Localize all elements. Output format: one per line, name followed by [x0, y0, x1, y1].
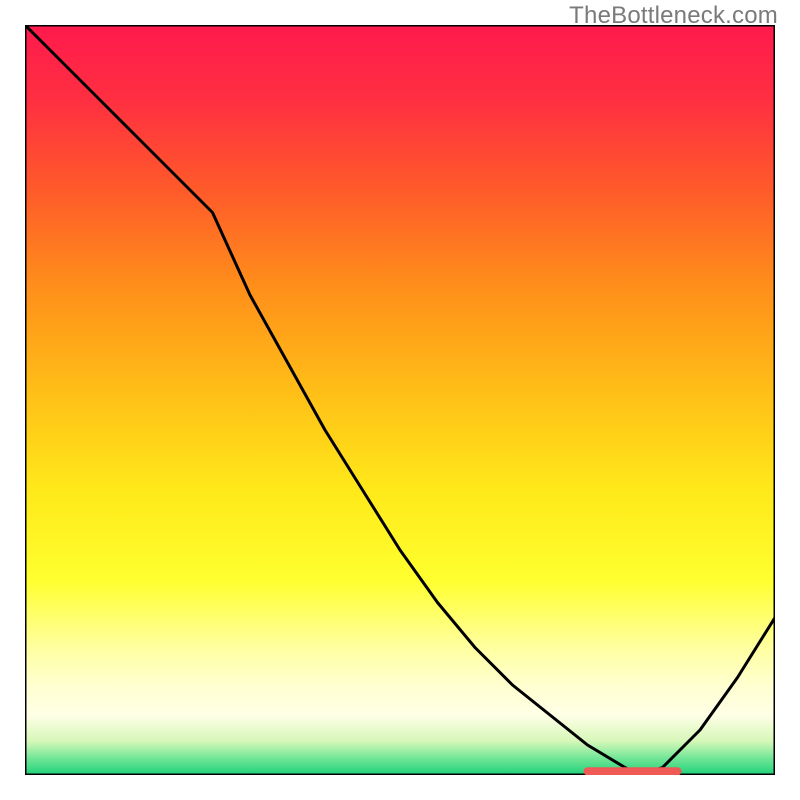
plot-area [25, 25, 775, 775]
chart-stage: TheBottleneck.com [0, 0, 800, 800]
plot-svg [25, 25, 775, 775]
